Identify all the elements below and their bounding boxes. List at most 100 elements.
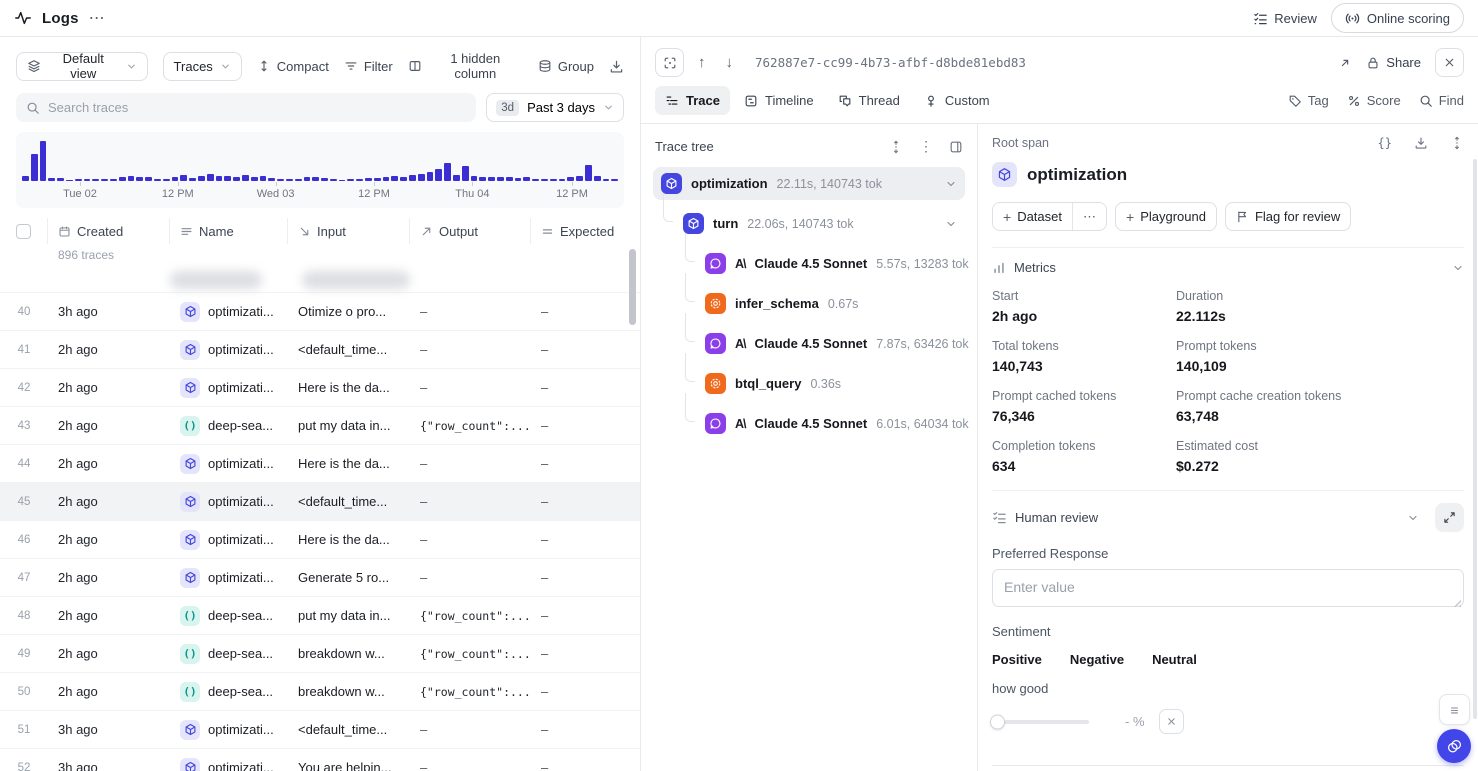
flag-for-review-button[interactable]: Flag for review — [1225, 202, 1351, 231]
compact-toggle[interactable]: Compact — [257, 59, 329, 74]
right-scrollbar-thumb[interactable] — [1473, 159, 1477, 719]
search-input[interactable] — [48, 100, 466, 115]
trace-tree-item[interactable]: btql_query0.36s — [697, 367, 965, 400]
floating-menu-button[interactable]: ≡ — [1439, 694, 1470, 725]
clear-score-button[interactable] — [1159, 709, 1184, 734]
sentiment-option-negative[interactable]: Negative — [1070, 652, 1124, 667]
histogram-bar — [163, 179, 170, 181]
collapse-review-button[interactable] — [1407, 512, 1419, 524]
trace-tree-item[interactable]: A\Claude 4.5 Sonnet6.01s, 64034 tok — [697, 407, 965, 440]
cell-output: – — [410, 760, 531, 771]
toggle-panel-icon[interactable] — [949, 140, 963, 154]
histogram-bar — [145, 177, 152, 181]
table-row[interactable]: 442h agooptimizati...Here is the da...–– — [0, 444, 640, 482]
trace-tree-item[interactable]: A\Claude 4.5 Sonnet7.87s, 63426 tok — [697, 327, 965, 360]
list-toolbar: Default view Traces Compact Filter — [0, 37, 640, 91]
online-scoring-button[interactable]: Online scoring — [1331, 3, 1464, 33]
tag-button[interactable]: Tag — [1288, 93, 1329, 108]
add-to-dataset-button[interactable]: + Dataset — [993, 203, 1072, 230]
score-button[interactable]: Score — [1347, 93, 1401, 108]
json-view-button[interactable]: {} — [1378, 136, 1392, 150]
column-header-expected[interactable]: Expected — [531, 218, 640, 244]
span-metrics: 22.06s, 140743 tok — [747, 217, 853, 231]
function-icon: () — [180, 644, 200, 664]
slider-thumb[interactable] — [990, 714, 1005, 729]
column-header-input[interactable]: Input — [288, 218, 410, 244]
view-selector[interactable]: Default view — [16, 52, 148, 81]
tree-menu-button[interactable]: ⋮ — [919, 138, 933, 155]
table-row[interactable]: 472h agooptimizati...Generate 5 ro...–– — [0, 558, 640, 596]
table-row[interactable]: 482h ago()deep-sea...put my data in...{"… — [0, 596, 640, 634]
left-scrollbar-thumb[interactable] — [629, 249, 636, 325]
trace-tree-item[interactable]: optimization22.11s, 140743 tok — [653, 167, 965, 200]
table-row[interactable]: 422h agooptimizati...Here is the da...–– — [0, 368, 640, 406]
share-button[interactable]: Share — [1366, 55, 1421, 70]
column-header-name[interactable]: Name — [170, 218, 288, 244]
trace-tree-item[interactable]: turn 22.06s, 140743 tok — [675, 207, 965, 240]
table-row[interactable]: 513h agooptimizati...<default_time...–– — [0, 710, 640, 748]
date-range-selector[interactable]: 3d Past 3 days — [486, 93, 624, 122]
close-panel-button[interactable] — [1435, 48, 1464, 77]
open-external-button[interactable] — [1338, 56, 1352, 70]
table-row[interactable]: 492h ago()deep-sea...breakdown w...{"row… — [0, 634, 640, 672]
mode-selector[interactable]: Traces — [163, 52, 242, 81]
expand-all-button[interactable] — [889, 140, 903, 154]
trace-tree-item[interactable]: A\Claude 4.5 Sonnet5.57s, 13283 tok — [697, 247, 965, 280]
table-row[interactable]: 462h agooptimizati...Here is the da...–– — [0, 520, 640, 558]
tab-custom[interactable]: Custom — [914, 86, 1000, 115]
group-button[interactable]: Group — [538, 59, 594, 74]
table-row[interactable]: 502h ago()deep-sea...breakdown w...{"row… — [0, 672, 640, 710]
review-label: Review — [1274, 11, 1317, 26]
llm-bubble-icon — [705, 413, 726, 434]
page-menu-button[interactable]: ⋯ — [89, 8, 105, 28]
span-name: turn — [713, 216, 738, 231]
preferred-response-input[interactable] — [992, 569, 1464, 607]
tab-timeline[interactable]: Timeline — [734, 86, 824, 115]
percent-icon — [1347, 94, 1361, 108]
move-resize-button[interactable] — [1450, 136, 1464, 150]
trace-histogram[interactable]: Tue 0212 PMWed 0312 PMThu 0412 PM — [16, 132, 624, 208]
column-header-created[interactable]: Created — [48, 218, 170, 244]
collapse-metrics-button[interactable] — [1452, 262, 1464, 274]
search-box[interactable] — [16, 93, 476, 122]
tool-target-icon — [705, 293, 726, 314]
focus-span-button[interactable] — [655, 48, 684, 77]
histogram-bar — [594, 176, 601, 181]
table-row[interactable]: 523h agooptimizati...You are helpin...–– — [0, 748, 640, 771]
column-header-output[interactable]: Output — [410, 218, 531, 244]
export-download-button[interactable] — [609, 59, 624, 74]
sentiment-option-positive[interactable]: Positive — [992, 652, 1042, 667]
name-text: deep-sea... — [208, 646, 273, 661]
table-row[interactable]: 412h agooptimizati...<default_time...–– — [0, 330, 640, 368]
compact-label: Compact — [277, 59, 329, 74]
histogram-bar — [312, 177, 319, 181]
chevron-down-icon[interactable] — [945, 178, 957, 190]
filter-button[interactable]: Filter — [344, 59, 393, 74]
search-icon — [1419, 94, 1433, 108]
histogram-bar — [347, 179, 354, 181]
select-all-checkbox[interactable] — [16, 224, 31, 239]
expand-review-button[interactable] — [1435, 503, 1464, 532]
review-button[interactable]: Review — [1253, 11, 1317, 26]
trace-tree-item[interactable]: infer_schema0.67s — [697, 287, 965, 320]
previous-trace-button[interactable]: ↑ — [692, 54, 712, 71]
tab-trace[interactable]: Trace — [655, 86, 730, 115]
sentiment-label: Sentiment — [992, 624, 1464, 639]
open-playground-button[interactable]: + Playground — [1115, 202, 1217, 231]
how-good-slider[interactable] — [992, 720, 1089, 724]
histogram-bar — [523, 177, 530, 181]
next-trace-button[interactable]: ↓ — [720, 54, 740, 71]
tab-thread[interactable]: Thread — [828, 86, 910, 115]
find-button[interactable]: Find — [1419, 93, 1464, 108]
table-row[interactable]: 452h agooptimizati...<default_time...–– — [0, 482, 640, 520]
table-row[interactable]: 403h agooptimizati...Otimize o pro...–– — [0, 292, 640, 330]
sentiment-option-neutral[interactable]: Neutral — [1152, 652, 1197, 667]
cell-name: ()deep-sea... — [170, 416, 288, 436]
download-span-button[interactable] — [1414, 136, 1428, 150]
hidden-columns-button[interactable]: 1 hidden column — [408, 51, 523, 81]
assistant-fab[interactable] — [1437, 729, 1471, 763]
table-row[interactable]: 432h ago()deep-sea...put my data in...{"… — [0, 406, 640, 444]
dataset-more-button[interactable]: ⋯ — [1073, 203, 1106, 230]
metric-item: Prompt cached tokens76,346 — [992, 389, 1176, 424]
chevron-down-icon[interactable] — [945, 218, 957, 230]
